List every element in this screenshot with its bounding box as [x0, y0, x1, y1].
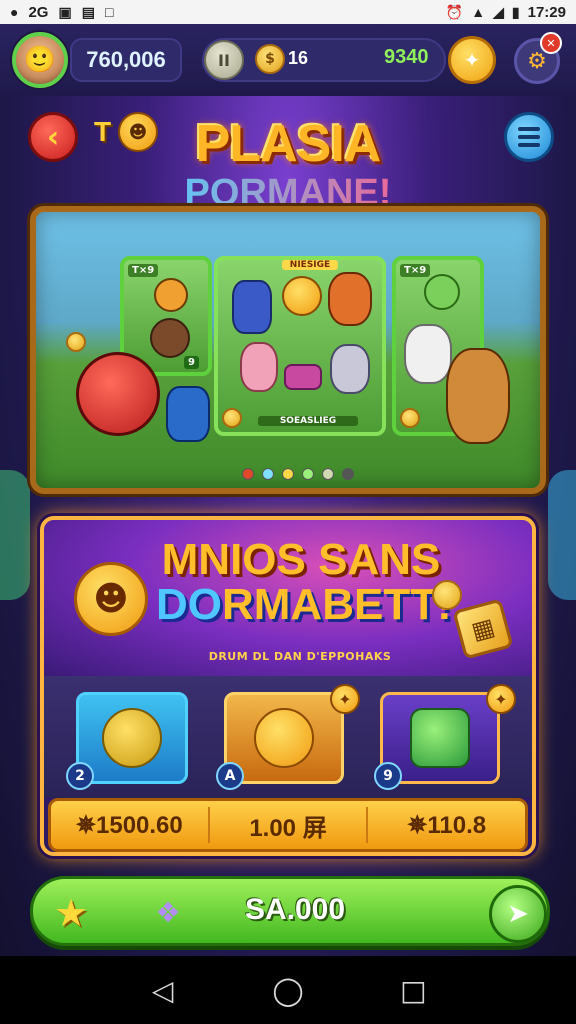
character-sprite — [154, 278, 188, 312]
notification-badge: ✕ — [540, 32, 562, 54]
action-amount[interactable]: SA.000 — [225, 893, 365, 927]
alarm-icon: ⏰ — [445, 3, 464, 20]
potion-icon[interactable]: ❖ — [143, 893, 193, 933]
game-screen: ● 2G ▣ ▤ □ ⏰ ▲ ◢ ▮ 17:29 🙂 760,006 II $ … — [0, 0, 576, 1024]
treasure-chest — [284, 364, 322, 390]
smiley-coin-icon: ☻ — [74, 562, 148, 636]
promo-title-highlight: DO — [156, 579, 222, 629]
star-badge-icon: ✦ — [330, 684, 360, 714]
coin-icon: $ — [255, 44, 285, 74]
promo-subtitle: DRUM DL DAN D'EPPOHAKS — [208, 650, 392, 663]
price-right[interactable]: ✵110.8 — [368, 811, 525, 840]
battery-icon: ▮ — [511, 3, 520, 20]
card-count: 9 — [184, 356, 199, 369]
item-badge-1: 2 — [66, 762, 94, 790]
carousel-dot[interactable] — [302, 468, 314, 480]
carousel-dot[interactable] — [342, 468, 354, 480]
promo-panel: ☻ MNIOS SANS DORMABETT! DRUM DL DAN D'EP… — [40, 516, 536, 856]
carousel-pagination — [242, 468, 354, 480]
back-button[interactable]: ‹ — [28, 112, 78, 162]
status-right: ⏰ ▲ ◢ ▮ 17:29 — [446, 4, 566, 21]
recents-nav-icon[interactable]: □ — [388, 974, 438, 1007]
to-label: T — [94, 116, 112, 147]
game-title: PLASIA PORMANE! — [150, 118, 426, 212]
bandit-cat-character — [446, 348, 510, 444]
coin-icon — [400, 408, 420, 428]
coin-icon — [222, 408, 242, 428]
card-tag: T×9 — [400, 264, 431, 277]
card-tag: T×9 — [128, 264, 159, 277]
carousel-dot[interactable] — [262, 468, 274, 480]
player-avatar[interactable]: 🙂 — [12, 32, 68, 88]
carousel-dot[interactable] — [322, 468, 334, 480]
carousel-dot-active[interactable] — [242, 468, 254, 480]
title-line-1: PLASIA — [195, 115, 382, 173]
promo-title-line-2: DORMABETT! — [156, 579, 452, 629]
price-left[interactable]: ✵1500.60 — [51, 811, 208, 840]
action-bar[interactable]: ★ ❖ SA.000 ➤ — [30, 876, 550, 946]
side-decoration-right — [548, 470, 576, 600]
price-middle[interactable]: 1.00 屏 — [210, 808, 367, 843]
home-nav-icon[interactable]: ◯ — [263, 974, 313, 1007]
signal-icon: ◢ — [493, 3, 504, 20]
coin-icon — [66, 332, 86, 352]
notification-icon: ● — [10, 4, 19, 20]
coin-balance: 760,006 — [70, 38, 182, 82]
promo-title-line-1: MNIOS SANS — [161, 535, 441, 584]
goblin-character — [424, 274, 460, 310]
robot-character — [232, 280, 272, 334]
pig-character — [240, 342, 278, 392]
gem-count: 16 — [288, 48, 309, 68]
status-left: ● 2G ▣ ▤ □ — [10, 4, 113, 21]
emerald-icon — [410, 708, 470, 768]
gallery-icon: ▣ — [58, 3, 72, 20]
system-nav-bar: ◁ ◯ □ — [0, 956, 576, 1024]
price-bar[interactable]: ✵1500.60 1.00 屏 ✵110.8 — [48, 798, 528, 852]
star-badge-icon: ✦ — [486, 684, 516, 714]
back-nav-icon[interactable]: ◁ — [138, 974, 188, 1007]
item-badge-2: A — [216, 762, 244, 790]
character-sprite — [150, 318, 190, 358]
frog-robot-icon — [102, 708, 162, 768]
menu-bar-icon — [518, 135, 540, 139]
chat-icon: □ — [104, 4, 114, 20]
star-icon[interactable]: ★ — [49, 891, 93, 935]
send-button[interactable]: ➤ — [489, 885, 547, 943]
top-hud: 🙂 760,006 II $ 16 9340 ✦ ⚙ ✕ — [0, 24, 576, 96]
clock: 17:29 — [527, 3, 566, 21]
coin-face-sprite — [282, 276, 322, 316]
fox-character — [328, 272, 372, 326]
pause-button[interactable]: II — [204, 40, 244, 80]
network-type: 2G — [28, 3, 49, 21]
gold-count: 9340 — [384, 46, 429, 68]
coin-icon — [432, 580, 462, 610]
briefcase-icon: ▤ — [81, 3, 95, 20]
status-bar: ● 2G ▣ ▤ □ ⏰ ▲ ◢ ▮ 17:29 — [0, 0, 576, 24]
menu-bar-icon — [518, 127, 540, 131]
promo-title: MNIOS SANS DORMABETT! — [156, 535, 452, 629]
cat-character — [330, 344, 370, 394]
carousel-dot[interactable] — [282, 468, 294, 480]
featured-carousel[interactable]: T×9 9 NIESIGE SOEASLIEG T×9 — [30, 206, 546, 494]
item-badge-3: 9 — [374, 762, 402, 790]
blue-knight-character — [166, 386, 210, 442]
yeti-character — [404, 324, 452, 384]
featured-banner: NIESIGE — [282, 260, 338, 270]
add-gold-button[interactable]: ✦ — [448, 36, 496, 84]
menu-button[interactable] — [504, 112, 554, 162]
featured-caption: SOEASLIEG — [258, 416, 358, 426]
red-barrel-character — [76, 352, 160, 436]
coin-face-icon — [254, 708, 314, 768]
wifi-icon: ▲ — [471, 4, 486, 20]
character-card-featured[interactable] — [214, 256, 386, 436]
menu-bar-icon — [518, 143, 540, 147]
promo-title-rest: RMABETT! — [222, 579, 452, 629]
side-decoration-left — [0, 470, 30, 600]
